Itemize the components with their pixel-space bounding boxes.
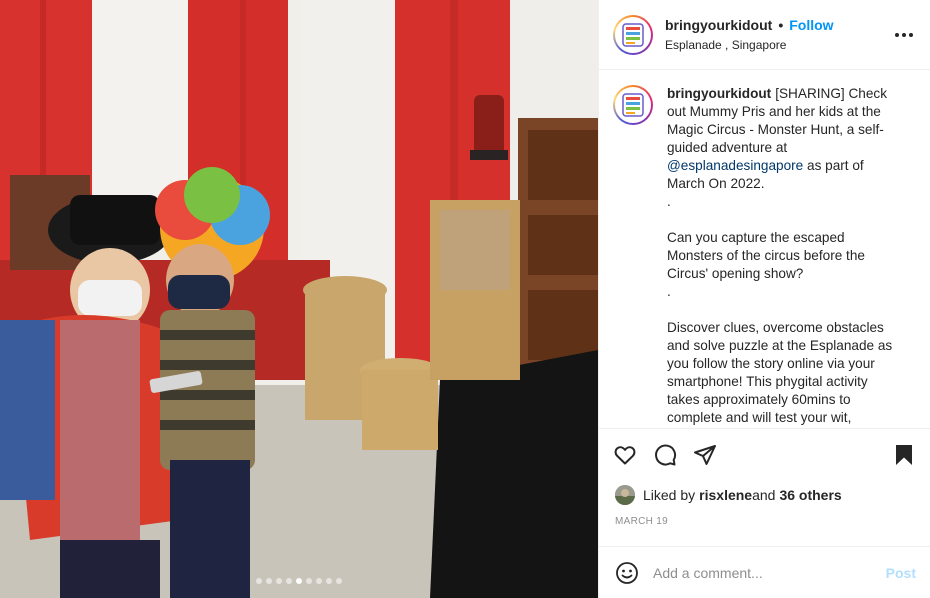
caption-avatar[interactable] bbox=[613, 85, 653, 125]
likes-conjunction: and bbox=[752, 487, 776, 503]
heart-icon[interactable] bbox=[613, 443, 637, 467]
post-location[interactable]: Esplanade , Singapore bbox=[665, 38, 892, 52]
avatar-logo bbox=[615, 16, 651, 53]
carousel-dot bbox=[286, 578, 292, 584]
bookmark-icon[interactable] bbox=[892, 443, 916, 467]
likes-prefix: Liked by bbox=[643, 487, 696, 503]
carousel-dot bbox=[306, 578, 312, 584]
carousel-dot bbox=[256, 578, 262, 584]
carousel-dot bbox=[296, 578, 302, 584]
post-username[interactable]: bringyourkidout bbox=[665, 17, 772, 33]
post-side-panel: bringyourkidout • Follow Esplanade , Sin… bbox=[598, 0, 930, 598]
carousel-indicator bbox=[0, 578, 598, 584]
liker-avatar[interactable] bbox=[615, 485, 635, 505]
liker-username[interactable]: risxlene bbox=[699, 487, 752, 503]
separator-dot: • bbox=[778, 17, 784, 33]
comment-icon[interactable] bbox=[653, 443, 677, 467]
caption-mention-link[interactable]: @esplanadesingapore bbox=[667, 158, 803, 173]
action-bar bbox=[599, 428, 930, 467]
caption-text: . bbox=[667, 284, 671, 299]
caption-username[interactable]: bringyourkidout bbox=[667, 86, 771, 101]
likes-others-link[interactable]: 36 others bbox=[779, 487, 841, 503]
post-date[interactable]: MARCH 19 bbox=[615, 516, 668, 527]
share-icon[interactable] bbox=[693, 443, 717, 467]
photo-illustration bbox=[0, 0, 598, 598]
post-caption: bringyourkidout [SHARING] Check out Mummy… bbox=[667, 85, 897, 427]
profile-avatar[interactable] bbox=[613, 14, 653, 55]
follow-button[interactable]: Follow bbox=[789, 17, 833, 33]
emoji-icon[interactable] bbox=[615, 561, 639, 585]
post-comment-button[interactable]: Post bbox=[886, 565, 916, 581]
avatar-logo bbox=[615, 87, 651, 123]
carousel-dot bbox=[336, 578, 342, 584]
post-photo[interactable] bbox=[0, 0, 598, 598]
comment-input[interactable] bbox=[653, 564, 886, 581]
comment-bar: Post bbox=[599, 546, 930, 598]
carousel-dot bbox=[316, 578, 322, 584]
caption-text: Can you capture the escaped Monsters of … bbox=[667, 230, 865, 281]
carousel-dot bbox=[266, 578, 272, 584]
likes-summary[interactable]: Liked by risxlene and 36 others bbox=[615, 485, 842, 505]
caption-text: . bbox=[667, 194, 671, 209]
caption-area: bringyourkidout [SHARING] Check out Mummy… bbox=[599, 71, 930, 427]
carousel-dot bbox=[326, 578, 332, 584]
post-header: bringyourkidout • Follow Esplanade , Sin… bbox=[599, 0, 930, 70]
carousel-dot bbox=[276, 578, 282, 584]
caption-text: Discover clues, overcome obstacles and s… bbox=[667, 320, 893, 425]
more-options-icon[interactable] bbox=[892, 23, 916, 47]
